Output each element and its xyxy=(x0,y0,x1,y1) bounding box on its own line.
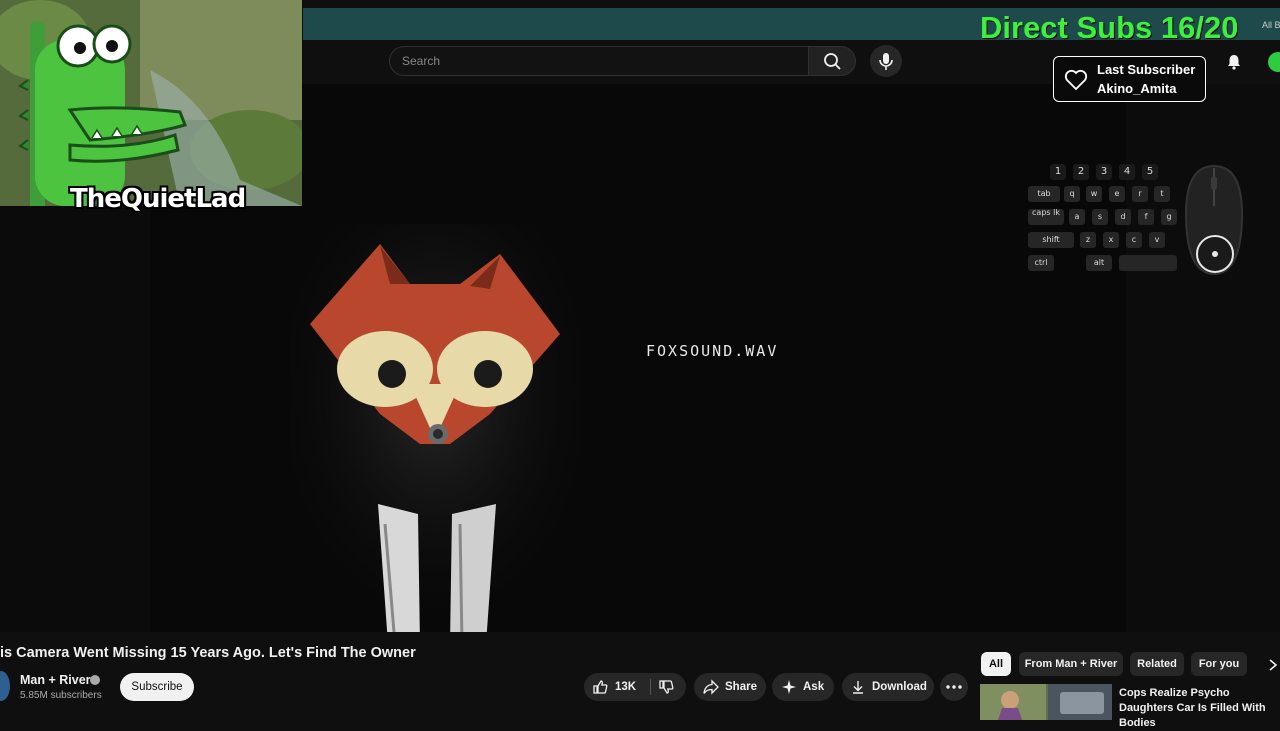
key-x: x xyxy=(1103,232,1119,248)
key-d: d xyxy=(1115,209,1131,225)
key-r: r xyxy=(1132,186,1148,202)
like-divider xyxy=(650,679,651,695)
last-subscriber-name: Akino_Amita xyxy=(1097,81,1177,96)
download-button[interactable]: Download xyxy=(842,673,934,701)
like-dislike-pill: 13K xyxy=(584,673,686,701)
thumbs-up-icon[interactable] xyxy=(592,679,608,695)
thumbs-down-icon[interactable] xyxy=(658,679,674,695)
key-tab: tab xyxy=(1028,186,1060,202)
subscribe-button[interactable]: Subscribe xyxy=(120,673,194,701)
key-alt: alt xyxy=(1086,255,1112,271)
key-z: z xyxy=(1080,232,1096,248)
verified-icon xyxy=(90,675,100,685)
subs-goal-extra-text: All B xyxy=(1262,20,1280,30)
sparkle-icon xyxy=(782,680,796,694)
bell-icon xyxy=(1228,55,1240,70)
key-shift: shift xyxy=(1028,232,1074,248)
subs-goal-counter: Direct Subs 16/20 xyxy=(980,10,1239,45)
mouse-overlay-icon xyxy=(1184,164,1244,276)
download-label: Download xyxy=(872,681,927,693)
chip-all[interactable]: All xyxy=(981,652,1011,676)
ask-label: Ask xyxy=(803,681,825,693)
key-2: 2 xyxy=(1073,164,1089,180)
key-1: 1 xyxy=(1050,164,1066,180)
mic-icon xyxy=(879,53,893,70)
voice-search-button[interactable] xyxy=(870,45,902,77)
channel-subscriber-count: 5.85M subscribers xyxy=(20,690,102,701)
share-button[interactable]: Share xyxy=(694,673,766,701)
related-video-thumbnail[interactable] xyxy=(980,684,1112,720)
key-g: g xyxy=(1161,209,1177,225)
search-button[interactable] xyxy=(808,46,856,76)
key-t: t xyxy=(1154,186,1170,202)
key-4: 4 xyxy=(1119,164,1135,180)
download-icon xyxy=(853,681,863,694)
key-s: s xyxy=(1092,209,1108,225)
chip-for-you[interactable]: For you xyxy=(1191,652,1247,676)
video-caption-text: FOXSOUND.WAV xyxy=(646,342,779,360)
crocodile-avatar-image xyxy=(0,0,302,206)
search-icon xyxy=(824,53,841,70)
chevron-right-icon[interactable] xyxy=(1266,658,1280,672)
key-f: f xyxy=(1138,209,1154,225)
key-c: c xyxy=(1126,232,1142,248)
chip-related[interactable]: Related xyxy=(1130,652,1184,676)
share-label: Share xyxy=(725,681,757,693)
video-title: is Camera Went Missing 15 Years Ago. Let… xyxy=(0,645,416,661)
key-space xyxy=(1119,255,1177,271)
ask-button[interactable]: Ask xyxy=(772,673,834,701)
streamer-webcam xyxy=(0,0,302,206)
chip-from-channel[interactable]: From Man + River xyxy=(1019,652,1123,676)
last-subscriber-box: Last Subscriber Akino_Amita xyxy=(1053,56,1206,102)
fox-keychain-image xyxy=(290,224,580,632)
key-q: q xyxy=(1064,186,1080,202)
like-count[interactable]: 13K xyxy=(615,673,636,701)
key-e: e xyxy=(1109,186,1125,202)
heart-icon xyxy=(1064,69,1088,91)
related-video-title[interactable]: Cops Realize Psycho Daughters Car Is Fil… xyxy=(1119,686,1279,731)
share-icon xyxy=(703,679,719,695)
search-input[interactable]: Search xyxy=(389,46,809,76)
notifications-button[interactable] xyxy=(1224,52,1244,72)
streamer-name-label: TheQuietLad xyxy=(70,184,246,214)
key-a: a xyxy=(1069,209,1085,225)
key-v: v xyxy=(1149,232,1165,248)
keyboard-overlay: 1 2 3 4 5 tab q w e r t caps lk a s d f … xyxy=(1024,162,1184,277)
key-5: 5 xyxy=(1142,164,1158,180)
more-horizontal-icon xyxy=(946,685,962,689)
key-ctrl: ctrl xyxy=(1028,255,1054,271)
browser-top-strip xyxy=(303,0,1280,8)
more-actions-button[interactable] xyxy=(940,673,968,701)
channel-name[interactable]: Man + River xyxy=(20,673,91,687)
key-3: 3 xyxy=(1096,164,1112,180)
key-caps-lock: caps lk xyxy=(1028,209,1064,225)
last-subscriber-label: Last Subscriber xyxy=(1097,62,1196,77)
key-w: w xyxy=(1086,186,1102,202)
